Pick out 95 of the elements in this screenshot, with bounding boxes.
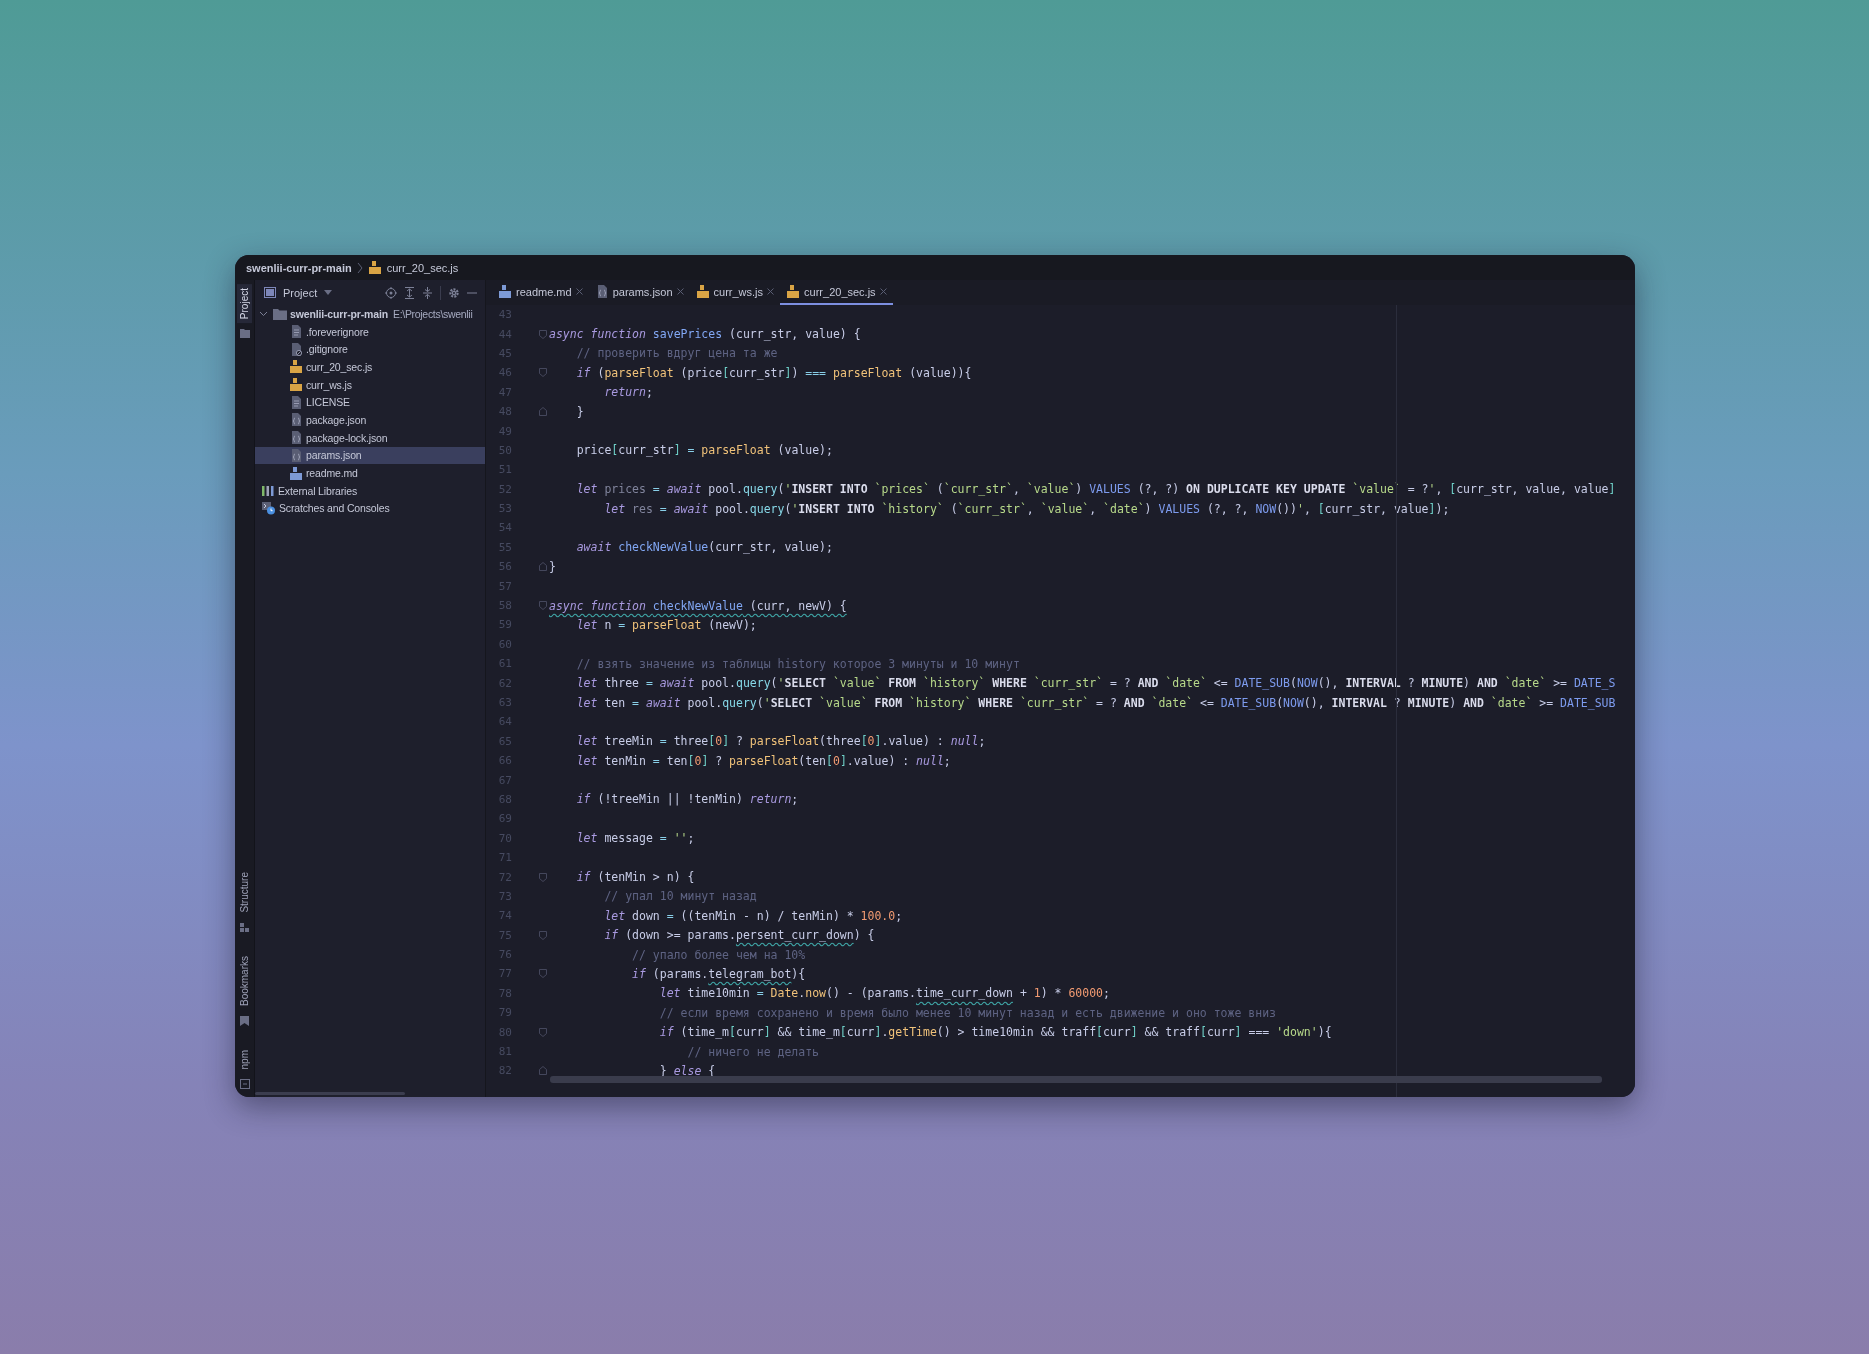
locate-icon[interactable] [385,286,397,299]
code-line: // ничего не делать [686,1044,820,1059]
folder-icon [239,329,250,339]
tree-item[interactable]: package.json [255,411,485,429]
code-line: // упал 10 минут назад [603,889,757,904]
dropdown-caret-icon[interactable] [324,290,333,295]
code-line: let message = ''; [575,831,695,846]
code-line: if (down >= params.persent_curr_down) { [603,928,875,943]
fold-marker-icon[interactable] [539,562,547,572]
tree-item[interactable]: curr_20_sec.js [255,358,485,376]
code-line: let tenMin = ten[0] ? parseFloat(ten[0].value) : null; [575,753,951,768]
terminal-icon [239,1079,250,1089]
file-icon [289,342,303,356]
file-icon [498,285,512,298]
file-icon [289,466,303,480]
structure-icon [240,922,249,932]
code-line: await checkNewValue(curr_str, value); [575,540,833,555]
tool-window-tab[interactable]: Structure [237,867,252,917]
file-icon [786,285,801,298]
breadcrumb-file[interactable]: curr_20_sec.js [386,261,459,274]
scratch-icon [262,501,276,515]
fold-marker-icon[interactable] [539,930,547,940]
folder-icon [273,307,287,320]
expand-all-icon[interactable] [404,286,415,299]
code-line: // упало более чем на 10% [631,947,806,962]
library-icon [262,484,275,497]
tool-window-tab[interactable]: npm [237,1045,252,1073]
code-line: async function checkNewValue (curr, newV) { [549,598,847,613]
tree-item[interactable]: .foreverignore [255,322,485,341]
tree-item[interactable]: package-lock.json [255,428,485,447]
fold-marker-icon[interactable] [539,407,547,417]
code-line: if (tenMin > n) { [575,870,695,884]
file-icon [289,413,303,427]
file-icon [289,431,303,445]
panel-icon [264,287,276,298]
minimize-icon[interactable] [467,291,477,294]
editor-tab[interactable]: params.json [588,280,690,305]
tree-item[interactable]: External Libraries [255,481,485,500]
code-line: } [575,404,584,419]
chevron-icon [356,261,363,274]
file-icon [289,448,303,462]
tree-item[interactable]: curr_ws.js [255,375,485,394]
scrollbar[interactable] [255,1092,405,1095]
file-icon [289,378,303,392]
code-line: let treeMin = three[0] ? parseFloat(three[0].value) : null; [575,734,986,749]
code-line: let down = ((tenMin - n) / tenMin) * 100.0; [603,908,903,923]
code-line: if (!treeMin || !tenMin) return; [575,792,799,807]
editor-tab[interactable]: readme.md [492,280,589,305]
fold-marker-icon[interactable] [539,969,547,979]
code-line: // проверить вдруг цена та же [575,346,778,361]
breadcrumb-project[interactable]: swenlii-curr-pr-main [246,261,352,274]
code-line: } [549,559,556,574]
file-icon [289,360,303,374]
code-line: let prices = await pool.query('INSERT INTO `prices` (`curr_str`, `value`) VALUES (?, ?) ON DUPLICATE KEY UPDATE `value` = ?', [curr_str, value, value] [575,482,1616,497]
tree-item[interactable]: readme.md [255,464,485,482]
close-icon[interactable] [575,288,583,295]
file-icon [289,395,303,409]
code-line: async function savePrices (curr_str, value) { [549,327,861,342]
file-icon [695,285,710,298]
tool-window-tab[interactable]: Bookmarks [237,951,252,1010]
tree-item[interactable]: LICENSE [255,393,485,412]
tree-item[interactable]: params.json [255,446,485,465]
fold-marker-icon[interactable] [539,1066,547,1076]
code-line: if (time_m[curr] && time_m[curr].getTime() > time10min && traff[curr] && traff[curr] === 'down'){ [658,1025,1332,1040]
file-icon [289,325,303,339]
file-icon [367,261,382,274]
bookmark-icon [240,1015,249,1026]
editor-tab[interactable]: curr_20_sec.js [780,280,893,305]
tool-window-tab[interactable]: Project [237,284,252,324]
editor-tab[interactable]: curr_ws.js [689,280,781,305]
code-line: let time10min = Date.now() - (params.time_curr_down + 1) * 60000; [658,986,1110,1001]
close-icon[interactable] [879,288,887,295]
code-line: let res = await pool.query('INSERT INTO `history` (`curr_str`, `value`, `date`) VALUES (?, ?, NOW())', [curr_str, value]); [603,501,1450,516]
fold-marker-icon[interactable] [539,872,547,882]
fold-marker-icon[interactable] [539,329,547,339]
code-line: let three = await pool.query('SELECT `value` FROM `history` WHERE `curr_str` = ? AND `date` <= DATE_SUB(NOW(), INTERVAL ? MINUTE) AND `date` >= DATE_S [575,676,1616,691]
fold-marker-icon[interactable] [539,368,547,378]
close-icon[interactable] [767,288,775,295]
code-line: if (parseFloat (price[curr_str]) === parseFloat (value)){ [575,365,972,380]
panel-title[interactable]: Project [283,286,318,299]
scrollbar[interactable] [550,1076,1602,1083]
tree-item[interactable]: swenlii-curr-pr-main E:\Projects\swenlii [255,305,485,323]
code-line: if (params.telegram_bot){ [631,966,806,981]
close-icon[interactable] [676,288,684,295]
code-line: let n = parseFloat (newV); [575,617,757,632]
code-line: price[curr_str] = parseFloat (value); [575,443,833,458]
code-line: // взять значение из таблицы history которое 3 минуты и 10 минут [575,656,1020,671]
fold-marker-icon[interactable] [539,1027,547,1037]
tree-item[interactable]: Scratches and Consoles [255,499,485,518]
code-line: // если время сохранено и время было менее 10 минут назад и есть движение и оно тоже вниз [658,1005,1276,1020]
tree-item[interactable]: .gitignore [255,340,485,359]
collapse-all-icon[interactable] [422,286,433,299]
fold-marker-icon[interactable] [539,601,547,611]
settings-icon[interactable] [448,286,460,299]
code-line: return; [603,385,653,400]
